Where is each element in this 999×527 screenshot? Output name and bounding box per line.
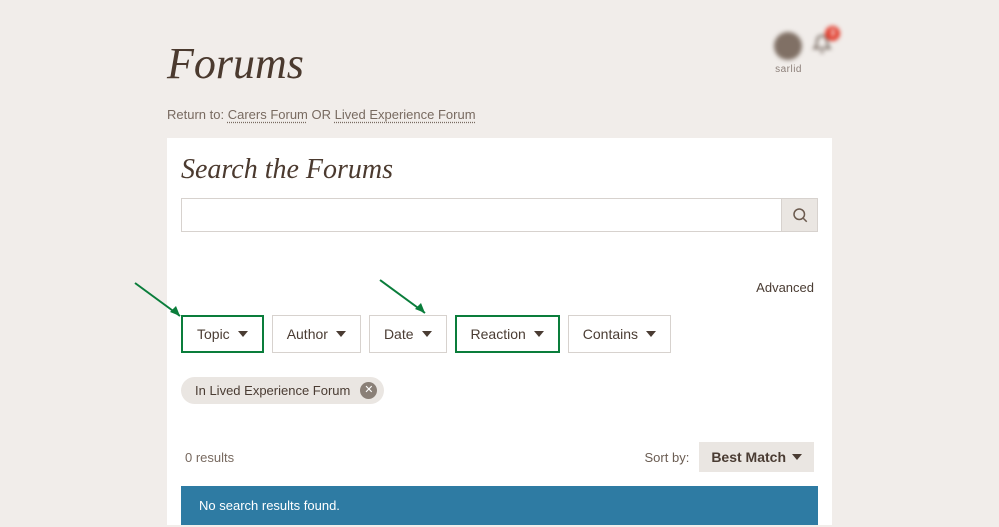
- chip-label: In Lived Experience Forum: [195, 383, 350, 398]
- chevron-down-icon: [336, 331, 346, 337]
- results-count: 0 results: [185, 450, 234, 465]
- close-icon: ✕: [364, 385, 373, 396]
- filter-author-label: Author: [287, 326, 328, 342]
- search-icon: [791, 206, 809, 224]
- filter-contains[interactable]: Contains: [568, 315, 671, 353]
- search-button[interactable]: [782, 198, 818, 232]
- chevron-down-icon: [238, 331, 248, 337]
- breadcrumb-link-carers[interactable]: Carers Forum: [228, 107, 308, 122]
- filter-chip-lived-forum: In Lived Experience Forum ✕: [181, 377, 384, 404]
- search-panel: Search the Forums Advanced Topic Author …: [167, 138, 832, 525]
- filter-author[interactable]: Author: [272, 315, 361, 353]
- advanced-link[interactable]: Advanced: [181, 280, 818, 295]
- filter-date-label: Date: [384, 326, 414, 342]
- filter-date[interactable]: Date: [369, 315, 447, 353]
- breadcrumb: Return to: Carers Forum OR Lived Experie…: [167, 107, 832, 122]
- chevron-down-icon: [646, 331, 656, 337]
- filter-contains-label: Contains: [583, 326, 638, 342]
- filter-topic[interactable]: Topic: [181, 315, 264, 353]
- breadcrumb-prefix: Return to:: [167, 107, 228, 122]
- notifications-button[interactable]: 3: [812, 34, 832, 59]
- breadcrumb-sep: OR: [308, 107, 335, 122]
- filter-reaction[interactable]: Reaction: [455, 315, 560, 353]
- sort-value: Best Match: [711, 449, 786, 465]
- chevron-down-icon: [792, 454, 802, 460]
- breadcrumb-link-lived[interactable]: Lived Experience Forum: [335, 107, 476, 122]
- no-results-alert: No search results found.: [181, 486, 818, 525]
- filter-reaction-label: Reaction: [471, 326, 526, 342]
- chip-remove-button[interactable]: ✕: [360, 382, 377, 399]
- search-input[interactable]: [181, 198, 782, 232]
- avatar[interactable]: [774, 32, 802, 60]
- search-title: Search the Forums: [181, 154, 818, 186]
- avatar-name: sarlid: [775, 64, 802, 75]
- sort-label: Sort by:: [645, 450, 690, 465]
- filter-topic-label: Topic: [197, 326, 230, 342]
- page-title: Forums: [167, 0, 832, 89]
- chevron-down-icon: [422, 331, 432, 337]
- notification-badge: 3: [825, 26, 840, 41]
- chevron-down-icon: [534, 331, 544, 337]
- sort-button[interactable]: Best Match: [699, 442, 814, 472]
